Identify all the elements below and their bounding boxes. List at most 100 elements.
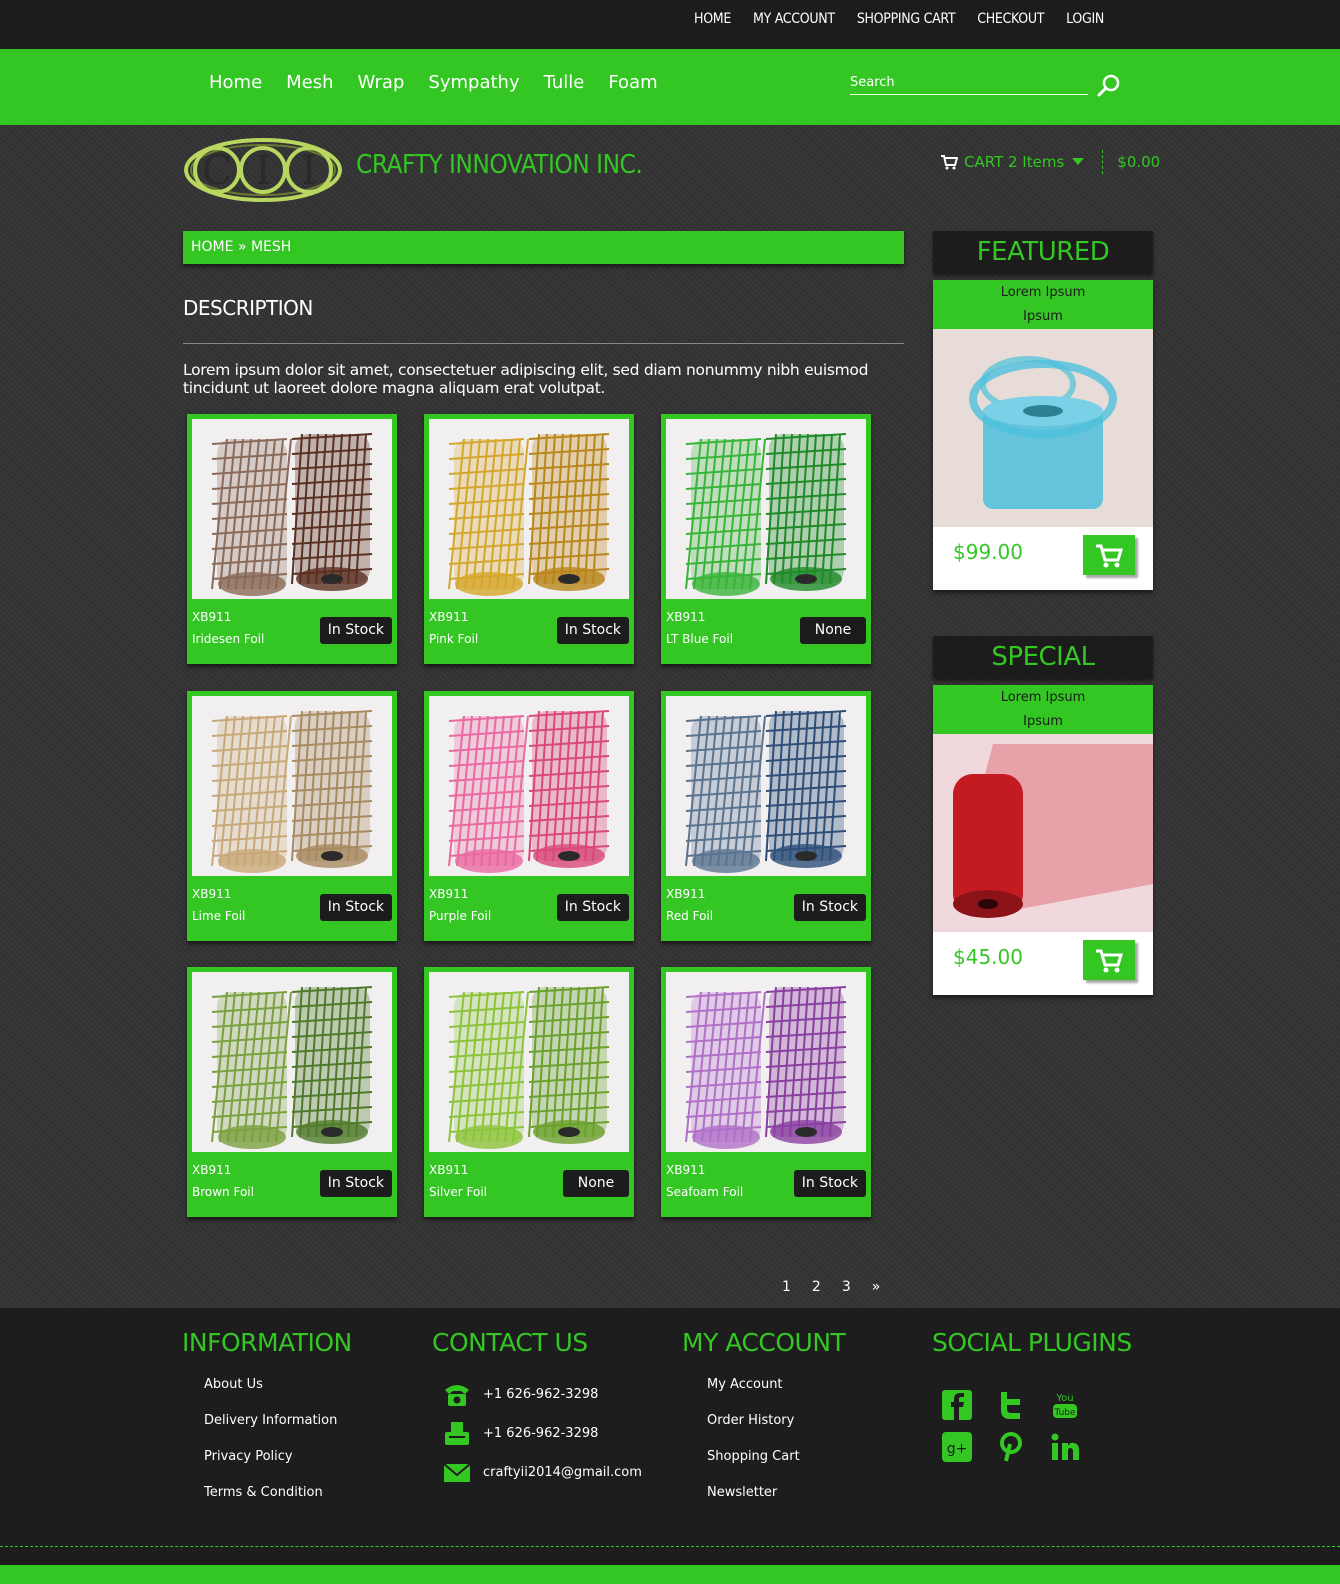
- stock-badge: In Stock: [319, 894, 392, 921]
- product-name[interactable]: Purple Foil: [429, 909, 491, 923]
- special-product[interactable]: Lorem Ipsum Ipsum $45.00: [933, 685, 1153, 995]
- chevron-down-icon: [1072, 158, 1085, 165]
- stock-badge: In Stock: [319, 617, 392, 644]
- page-link-1[interactable]: 1: [782, 1279, 791, 1295]
- product-name[interactable]: Iridesen Foil: [192, 632, 264, 646]
- contact-fax: +1 626-962-3298: [432, 1414, 642, 1453]
- product-card[interactable]: XB911 Silver Foil None: [424, 967, 634, 1217]
- footer-my-account: MY ACCOUNT My Account Order History Shop…: [682, 1328, 846, 1521]
- nav-item-tulle[interactable]: Tulle: [544, 72, 585, 93]
- footer-heading-contact: CONTACT US: [432, 1328, 588, 1357]
- logo-letter-i2: I: [301, 148, 317, 194]
- product-card[interactable]: XB911 Iridesen Foil In Stock: [187, 414, 397, 664]
- mesh-roll-image: [429, 696, 629, 876]
- divider: [183, 343, 904, 344]
- product-name[interactable]: Seafoam Foil: [666, 1185, 743, 1199]
- mesh-roll-image: [429, 419, 629, 599]
- product-image[interactable]: [429, 419, 629, 599]
- featured-add-to-cart-button[interactable]: [1083, 535, 1135, 575]
- product-card[interactable]: XB911 Lime Foil In Stock: [187, 691, 397, 941]
- product-image[interactable]: [429, 972, 629, 1152]
- product-card[interactable]: XB911 Red Foil In Stock: [661, 691, 871, 941]
- email-icon: [443, 1462, 471, 1482]
- breadcrumb-separator: »: [237, 239, 247, 255]
- footer-link-shopping-cart[interactable]: Shopping Cart: [707, 1449, 800, 1464]
- special-image[interactable]: [933, 734, 1153, 932]
- product-card[interactable]: XB911 Seafoam Foil In Stock: [661, 967, 871, 1217]
- page-link-next[interactable]: »: [872, 1279, 881, 1295]
- product-name[interactable]: Lime Foil: [192, 909, 245, 923]
- youtube-icon[interactable]: You Tube: [1050, 1390, 1080, 1420]
- product-card[interactable]: XB911 Brown Foil In Stock: [187, 967, 397, 1217]
- logo[interactable]: C I I: [183, 137, 343, 203]
- footer-heading-my-account: MY ACCOUNT: [682, 1328, 846, 1357]
- product-image[interactable]: [666, 419, 866, 599]
- product-image[interactable]: [429, 696, 629, 876]
- product-card[interactable]: XB911 LT Blue Foil None: [661, 414, 871, 664]
- top-link-my-account[interactable]: MY ACCOUNT: [753, 11, 835, 27]
- featured-product[interactable]: Lorem Ipsum Ipsum $99.00: [933, 280, 1153, 590]
- description-title: DESCRIPTION: [183, 296, 313, 320]
- pinterest-icon[interactable]: [996, 1432, 1026, 1462]
- featured-price: $99.00: [953, 540, 1023, 564]
- product-image[interactable]: [192, 696, 392, 876]
- twitter-icon[interactable]: [996, 1390, 1026, 1420]
- search-icon[interactable]: [1097, 73, 1121, 97]
- product-image[interactable]: [192, 972, 392, 1152]
- linkedin-icon[interactable]: [1050, 1432, 1080, 1462]
- product-name[interactable]: Red Foil: [666, 909, 713, 923]
- phone-icon: [445, 1384, 469, 1406]
- nav-item-sympathy[interactable]: Sympathy: [428, 72, 519, 93]
- stock-badge: In Stock: [556, 894, 629, 921]
- footer-bottom-bar: [0, 1565, 1340, 1584]
- product-image[interactable]: [192, 419, 392, 599]
- footer-information: INFORMATION About Us Delivery Informatio…: [182, 1328, 352, 1521]
- logo-letter-i1: I: [255, 148, 271, 194]
- stock-badge: In Stock: [556, 617, 629, 644]
- footer-link-about-us[interactable]: About Us: [204, 1377, 263, 1392]
- nav-item-foam[interactable]: Foam: [608, 72, 657, 93]
- nav-item-mesh[interactable]: Mesh: [286, 72, 333, 93]
- fax-icon: [445, 1421, 469, 1445]
- product-image[interactable]: [666, 972, 866, 1152]
- page-link-2[interactable]: 2: [812, 1279, 821, 1295]
- top-link-shopping-cart[interactable]: SHOPPING CART: [857, 11, 956, 27]
- contact-email-address[interactable]: craftyii2014@gmail.com: [483, 1465, 642, 1480]
- nav-item-wrap[interactable]: Wrap: [358, 72, 405, 93]
- footer-link-order-history[interactable]: Order History: [707, 1413, 794, 1428]
- footer-link-delivery[interactable]: Delivery Information: [204, 1413, 337, 1428]
- nav-item-home[interactable]: Home: [209, 72, 262, 93]
- special-mesh-image: [933, 734, 1153, 932]
- product-image[interactable]: [666, 696, 866, 876]
- featured-image[interactable]: [933, 329, 1153, 527]
- product-name[interactable]: Brown Foil: [192, 1185, 254, 1199]
- page-link-3[interactable]: 3: [842, 1279, 851, 1295]
- breadcrumb-current[interactable]: MESH: [251, 239, 291, 255]
- special-title[interactable]: Lorem Ipsum Ipsum: [933, 685, 1153, 734]
- footer-heading-information: INFORMATION: [182, 1328, 352, 1357]
- product-card[interactable]: XB911 Pink Foil In Stock: [424, 414, 634, 664]
- google-plus-icon[interactable]: g+: [942, 1432, 972, 1462]
- featured-title[interactable]: Lorem Ipsum Ipsum: [933, 280, 1153, 329]
- product-name[interactable]: LT Blue Foil: [666, 632, 733, 646]
- stock-badge: In Stock: [793, 894, 866, 921]
- featured-title-line2: Ipsum: [1023, 309, 1063, 324]
- breadcrumb-home[interactable]: HOME: [191, 239, 233, 255]
- search-input[interactable]: [850, 75, 1070, 90]
- top-link-login[interactable]: LOGIN: [1066, 11, 1104, 27]
- product-name[interactable]: Silver Foil: [429, 1185, 487, 1199]
- footer-link-my-account[interactable]: My Account: [707, 1377, 783, 1392]
- top-link-home[interactable]: HOME: [694, 11, 731, 27]
- special-title-line1: Lorem Ipsum: [1000, 690, 1086, 705]
- footer-link-privacy[interactable]: Privacy Policy: [204, 1449, 293, 1464]
- product-card[interactable]: XB911 Purple Foil In Stock: [424, 691, 634, 941]
- svg-text:You: You: [1055, 1393, 1073, 1404]
- top-link-checkout[interactable]: CHECKOUT: [977, 11, 1044, 27]
- cart-summary[interactable]: CART 2 Items $0.00: [940, 150, 1160, 174]
- facebook-icon[interactable]: [942, 1390, 972, 1420]
- mesh-roll-image: [192, 419, 392, 599]
- special-add-to-cart-button[interactable]: [1083, 940, 1135, 980]
- product-name[interactable]: Pink Foil: [429, 632, 478, 646]
- footer-link-terms[interactable]: Terms & Condition: [204, 1485, 323, 1500]
- footer-link-newsletter[interactable]: Newsletter: [707, 1485, 777, 1500]
